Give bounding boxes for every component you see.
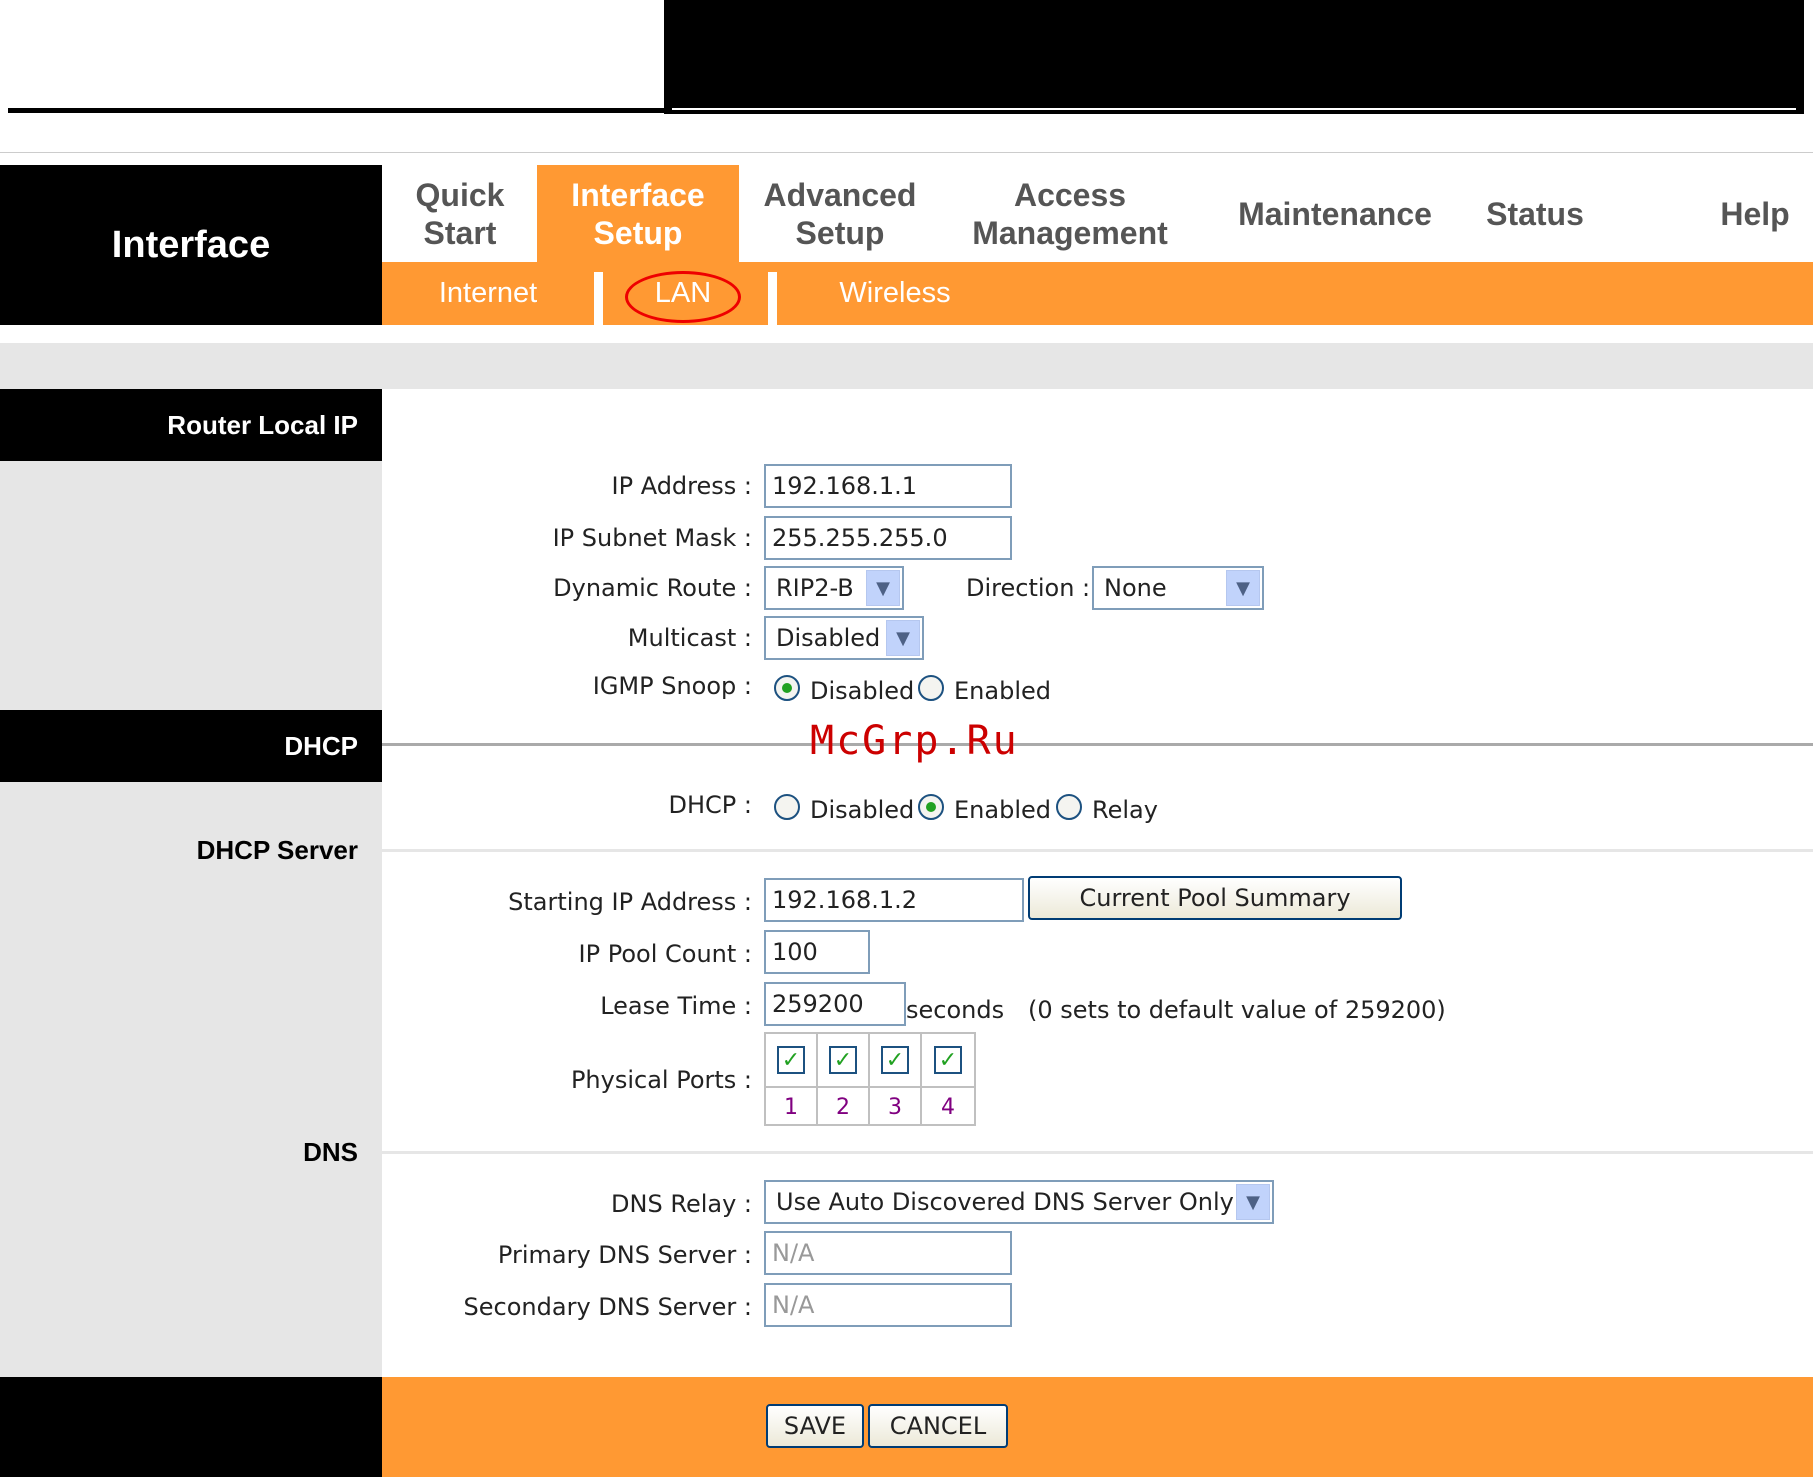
direction-select[interactable]: None ▼: [1092, 566, 1264, 610]
ip-address-input[interactable]: 192.168.1.1: [764, 464, 1012, 508]
physical-ports-label: Physical Ports :: [570, 1066, 752, 1094]
igmp-enabled-radio[interactable]: [918, 675, 944, 701]
port-number: 2: [818, 1088, 870, 1126]
subnet-mask-input[interactable]: 255.255.255.0: [764, 516, 1012, 560]
dhcp-enabled-label: Enabled: [954, 796, 1051, 824]
content-top-band: [0, 343, 1813, 389]
ip-address-label: IP Address :: [611, 472, 752, 500]
dns-relay-select[interactable]: Use Auto Discovered DNS Server Only ▼: [764, 1180, 1274, 1224]
multicast-value: Disabled: [776, 624, 881, 652]
tab-help[interactable]: Help: [1700, 165, 1810, 262]
subtab-wireless[interactable]: Wireless: [780, 262, 1010, 325]
ip-pool-count-input[interactable]: 100: [764, 930, 870, 974]
footer-bar: [382, 1377, 1813, 1477]
igmp-disabled-radio[interactable]: [774, 675, 800, 701]
subnav-separator: [768, 272, 777, 325]
direction-label: Direction :: [966, 574, 1091, 602]
dns-divider: [382, 1151, 1813, 1154]
direction-value: None: [1104, 574, 1167, 602]
tab-advanced-setup[interactable]: Advanced Setup: [750, 165, 930, 262]
section-dns: DNS: [303, 1137, 358, 1167]
port-4-checkbox[interactable]: ✓: [934, 1046, 962, 1074]
dhcp-divider: [382, 743, 1813, 746]
header-rule-inner: [672, 108, 1796, 110]
port-number: 4: [941, 1094, 955, 1120]
port-2-checkbox[interactable]: ✓: [829, 1046, 857, 1074]
primary-dns-label: Primary DNS Server :: [497, 1241, 752, 1269]
left-column: [0, 389, 382, 1377]
dynamic-route-value: RIP2-B: [776, 574, 854, 602]
section-title: Interface: [111, 223, 271, 266]
tab-quick-start[interactable]: Quick Start: [390, 165, 530, 262]
port-3-cell: ✓: [870, 1034, 922, 1086]
tab-maintenance[interactable]: Maintenance: [1225, 165, 1445, 262]
chevron-down-icon[interactable]: ▼: [866, 570, 900, 606]
igmp-disabled-label: Disabled: [810, 677, 915, 705]
header-banner: [664, 0, 1804, 114]
dhcp-server-divider: [382, 849, 1813, 852]
subnav-separator: [594, 272, 603, 325]
subtab-internet[interactable]: Internet: [390, 262, 586, 325]
dns-relay-value: Use Auto Discovered DNS Server Only: [776, 1188, 1234, 1216]
cancel-button[interactable]: CANCEL: [868, 1404, 1008, 1448]
physical-ports-table: ✓ ✓ ✓ ✓ 1 2 3 4: [764, 1032, 976, 1126]
current-pool-summary-button[interactable]: Current Pool Summary: [1028, 876, 1402, 920]
chevron-down-icon[interactable]: ▼: [1236, 1184, 1270, 1220]
header-divider: [0, 152, 1813, 153]
section-dhcp-server: DHCP Server: [196, 835, 358, 865]
dhcp-disabled-radio[interactable]: [774, 794, 800, 820]
chevron-down-icon[interactable]: ▼: [1226, 570, 1260, 606]
dhcp-enabled-radio[interactable]: [918, 794, 944, 820]
secondary-dns-label: Secondary DNS Server :: [463, 1293, 752, 1321]
port-1-checkbox[interactable]: ✓: [777, 1046, 805, 1074]
port-number: 1: [766, 1088, 818, 1126]
dhcp-disabled-label: Disabled: [810, 796, 915, 824]
port-3-checkbox[interactable]: ✓: [881, 1046, 909, 1074]
tab-status[interactable]: Status: [1470, 165, 1600, 262]
dhcp-relay-label: Relay: [1092, 796, 1158, 824]
igmp-snoop-label: IGMP Snoop :: [592, 672, 752, 700]
section-router-local-ip: Router Local IP: [0, 389, 382, 461]
subnet-mask-label: IP Subnet Mask :: [552, 524, 752, 552]
port-4-cell: ✓: [922, 1034, 974, 1086]
lease-note: (0 sets to default value of 259200): [1028, 996, 1446, 1024]
lease-unit: seconds: [906, 996, 1005, 1024]
secondary-dns-input[interactable]: N/A: [764, 1283, 1012, 1327]
save-button[interactable]: SAVE: [766, 1404, 864, 1448]
footer-left-block: [0, 1377, 382, 1477]
multicast-label: Multicast :: [627, 624, 752, 652]
multicast-select[interactable]: Disabled ▼: [764, 616, 924, 660]
dns-relay-label: DNS Relay :: [611, 1190, 752, 1218]
dhcp-relay-radio[interactable]: [1056, 794, 1082, 820]
dynamic-route-label: Dynamic Route :: [553, 574, 752, 602]
section-dhcp: DHCP: [0, 710, 382, 782]
port-1-cell: ✓: [766, 1034, 818, 1086]
lease-time-label: Lease Time :: [600, 992, 752, 1020]
watermark: McGrp.Ru: [810, 718, 1019, 764]
dhcp-label: DHCP :: [668, 791, 752, 819]
starting-ip-label: Starting IP Address :: [508, 888, 752, 916]
header-rule: [8, 108, 668, 113]
lease-time-input[interactable]: 259200: [764, 982, 906, 1026]
lan-highlight-circle: [625, 271, 741, 323]
tab-interface-setup[interactable]: Interface Setup: [537, 165, 739, 262]
chevron-down-icon[interactable]: ▼: [886, 620, 920, 656]
dynamic-route-select[interactable]: RIP2-B ▼: [764, 566, 904, 610]
ip-pool-count-label: IP Pool Count :: [578, 940, 752, 968]
tab-access-management[interactable]: Access Management: [960, 165, 1180, 262]
port-number: 3: [870, 1088, 922, 1126]
primary-dns-input[interactable]: N/A: [764, 1231, 1012, 1275]
starting-ip-input[interactable]: 192.168.1.2: [764, 878, 1024, 922]
igmp-enabled-label: Enabled: [954, 677, 1051, 705]
port-2-cell: ✓: [818, 1034, 870, 1086]
